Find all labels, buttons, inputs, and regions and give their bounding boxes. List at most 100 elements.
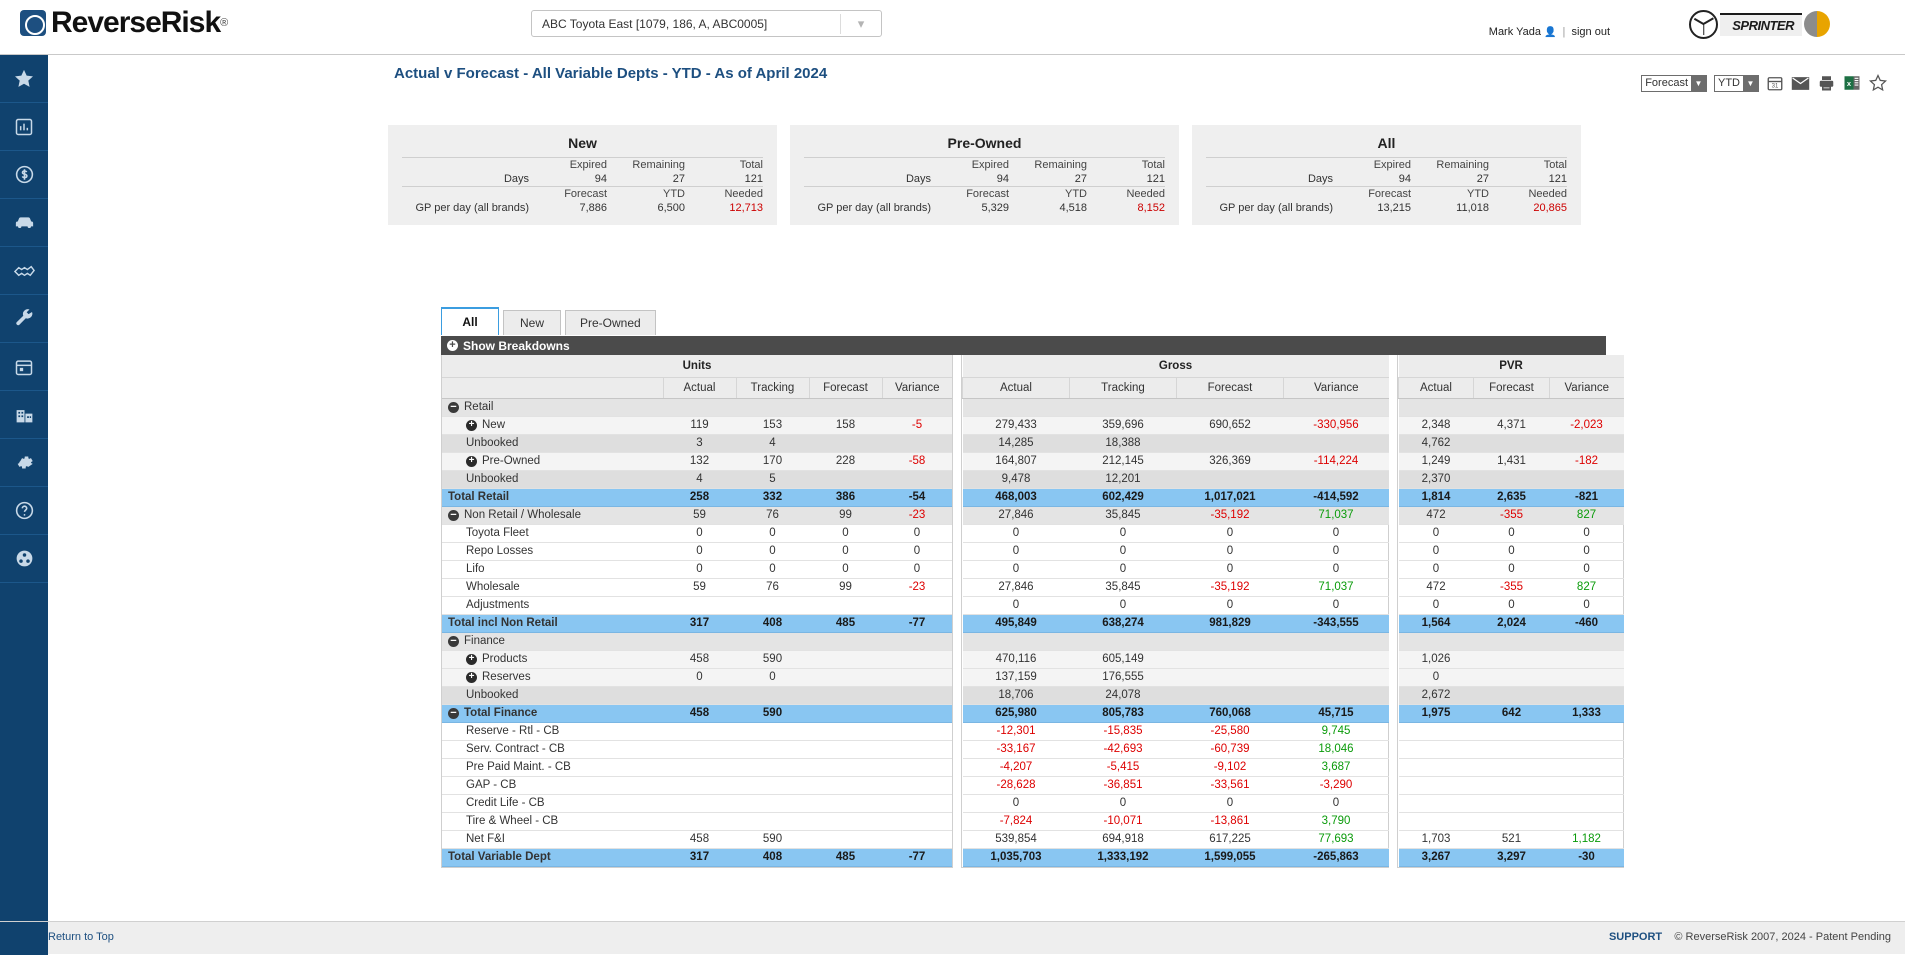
grid-cell: 617,225: [1176, 830, 1284, 849]
grid-cell: [1176, 434, 1284, 453]
grid-cell: [882, 470, 952, 489]
sign-out-link[interactable]: sign out: [1571, 26, 1610, 38]
table-row: Serv. Contract - CB: [442, 740, 952, 759]
sidebar-item-service[interactable]: [0, 295, 48, 343]
expand-toggle-icon[interactable]: +: [466, 671, 477, 683]
expand-toggle-icon[interactable]: +: [466, 455, 477, 467]
tab-pre-owned[interactable]: Pre-Owned: [565, 310, 656, 335]
email-icon[interactable]: [1791, 75, 1810, 92]
summary-card-title: New: [568, 135, 597, 151]
grid-cell: 76: [736, 578, 809, 597]
card-col-header: YTD: [1467, 188, 1489, 200]
collapse-toggle-icon[interactable]: −: [448, 707, 459, 719]
tab-all[interactable]: All: [441, 307, 499, 335]
footer-left: Return to Top: [48, 931, 114, 943]
sidebar-item-calendar[interactable]: [0, 343, 48, 391]
grid-cell: [809, 470, 882, 489]
grid-cell: -343,555: [1283, 614, 1389, 633]
grid-cell: [1176, 632, 1284, 651]
grid-cell: 4,371: [1473, 416, 1550, 435]
chevron-down-icon[interactable]: ▾: [841, 16, 881, 32]
collapse-toggle-icon[interactable]: −: [448, 401, 459, 413]
grid-cell: 359,696: [1069, 416, 1177, 435]
table-row: 27,846 35,845 -35,192 71,037: [962, 578, 1389, 597]
expand-toggle-icon[interactable]: +: [466, 653, 477, 665]
grid-cell: 638,274: [1069, 614, 1177, 633]
favorite-star-icon[interactable]: [1868, 73, 1888, 93]
card-value: 121: [1548, 173, 1567, 185]
tab-label: Pre-Owned: [580, 316, 641, 330]
return-to-top-link[interactable]: Return to Top: [48, 931, 114, 943]
grid-cell: 590: [736, 650, 809, 669]
excel-export-icon[interactable]: x: [1843, 74, 1861, 92]
grid-cell: [1176, 668, 1284, 687]
grid-cell: 472: [1398, 578, 1474, 597]
dealer-select[interactable]: ABC Toyota East [1079, 186, A, ABC0005] …: [531, 10, 882, 37]
sidebar-item-reports[interactable]: [0, 103, 48, 151]
period-select[interactable]: YTD ▼: [1714, 74, 1759, 92]
row-label-cell: + New: [442, 416, 663, 435]
grid-cell: [1549, 740, 1624, 759]
sidebar-item-settings[interactable]: [0, 439, 48, 487]
units-rows: − Retail + New 119 153 158 -5 Unbooked 3 4 + Pre-Own…: [442, 398, 952, 867]
grid-cell: -60,739: [1176, 740, 1284, 759]
grid-cell: -265,863: [1283, 848, 1389, 867]
sidebar-item-deals[interactable]: [0, 247, 48, 295]
table-row: Unbooked: [442, 686, 952, 705]
row-label: Unbooked: [466, 689, 519, 701]
table-row: [962, 632, 1389, 651]
grid-cell: -23: [882, 578, 952, 597]
grid-cell: [882, 668, 952, 687]
sidebar-item-community[interactable]: [0, 535, 48, 583]
card-value: 5,329: [981, 202, 1009, 214]
grid-cell: 176,555: [1069, 668, 1177, 687]
collapse-toggle-icon[interactable]: −: [448, 635, 459, 647]
grid-cell: [1549, 434, 1624, 453]
table-row: 0000: [962, 794, 1389, 813]
card-col-header: Total: [1141, 159, 1165, 171]
table-row: [1398, 722, 1624, 741]
row-label-cell: Net F&I: [442, 830, 663, 849]
row-label-cell: − Retail: [442, 398, 663, 417]
tab-new[interactable]: New: [503, 310, 561, 335]
grid-cell: -36,851: [1069, 776, 1177, 795]
collapse-toggle-icon[interactable]: −: [448, 509, 459, 521]
sidebar-item-dealership[interactable]: [0, 391, 48, 439]
sidebar-item-favorites[interactable]: [0, 55, 48, 103]
summary-card: All Expired Remaining Total Days 94 27 121 Forec…: [1192, 125, 1581, 225]
row-label: Repo Losses: [466, 545, 534, 557]
row-label: Credit Life - CB: [466, 797, 545, 809]
grid-cell: 0: [1398, 524, 1474, 543]
show-breakdowns-bar[interactable]: + Show Breakdowns: [441, 336, 1606, 355]
summary-cards: New Expired Remaining Total Days 94 27 121 Forec…: [388, 125, 1581, 225]
support-link[interactable]: SUPPORT: [1609, 931, 1662, 943]
calendar-icon[interactable]: 31: [1766, 74, 1784, 92]
print-icon[interactable]: [1817, 74, 1836, 92]
sidebar-item-finance[interactable]: [0, 151, 48, 199]
grid-cell: 590: [736, 704, 809, 723]
row-label-cell: Unbooked: [442, 470, 663, 489]
grid-cell: 0: [663, 524, 736, 543]
row-label-cell: Total incl Non Retail: [442, 614, 663, 633]
grid-cell: 625,980: [962, 704, 1070, 723]
row-label-cell: Serv. Contract - CB: [442, 740, 663, 759]
grid-cell: 0: [736, 560, 809, 579]
grid-cell: 12,201: [1069, 470, 1177, 489]
expand-toggle-icon[interactable]: +: [466, 419, 477, 431]
grid-cell: 0: [736, 524, 809, 543]
app-logo[interactable]: ReverseRisk ®: [20, 8, 228, 38]
grid-cell: [1176, 470, 1284, 489]
grid-cell: [809, 668, 882, 687]
grid-cell: 3,297: [1473, 848, 1550, 867]
sidebar-item-vehicles[interactable]: [0, 199, 48, 247]
grid-cell: [1473, 398, 1550, 417]
row-label: Serv. Contract - CB: [466, 743, 565, 755]
grid-cell: [736, 794, 809, 813]
card-col-header: Forecast: [966, 188, 1009, 200]
table-row: Net F&I 458 590: [442, 830, 952, 849]
summary-card-title: All: [1377, 135, 1396, 151]
table-row: 14,285 18,388: [962, 434, 1389, 453]
view-type-select[interactable]: Forecast ▼: [1641, 74, 1707, 92]
grid-cell: 408: [736, 614, 809, 633]
sidebar-item-help[interactable]: [0, 487, 48, 535]
